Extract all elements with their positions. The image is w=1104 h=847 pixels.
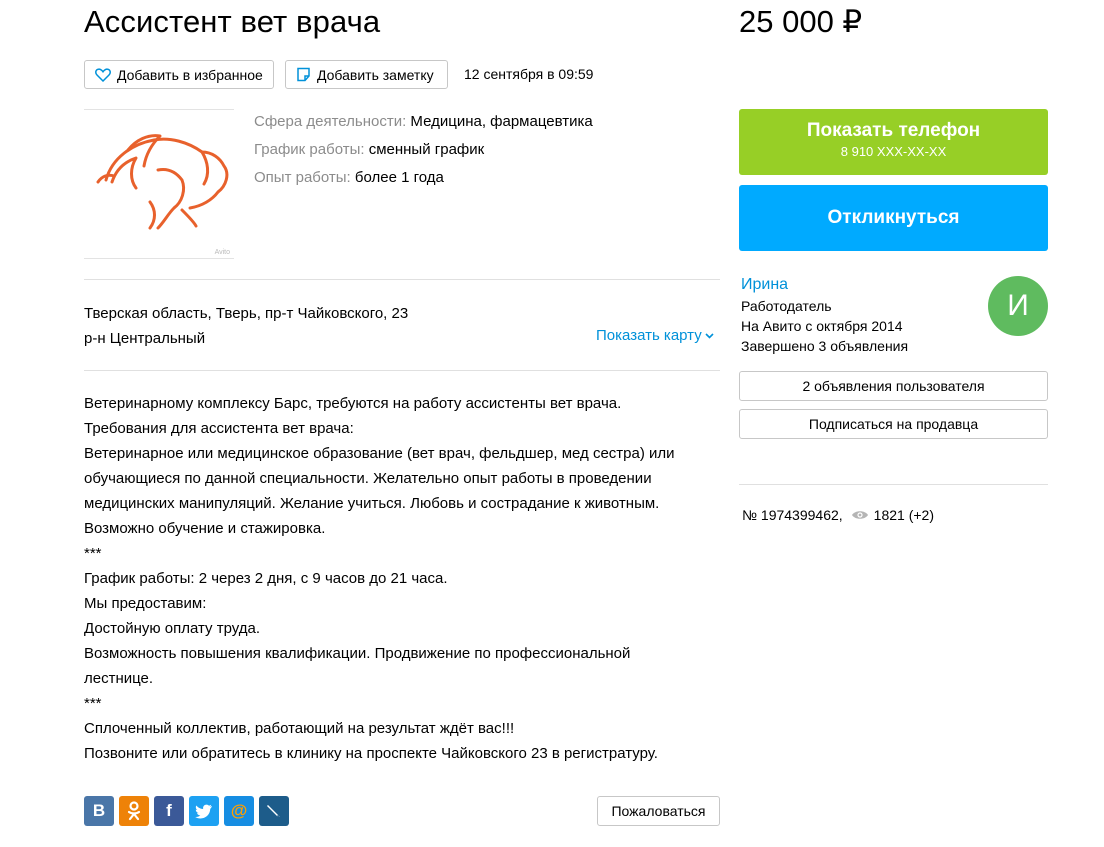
add-note-label: Добавить заметку: [317, 66, 434, 83]
param-label: Опыт работы:: [254, 169, 351, 186]
description-line: График работы: 2 через 2 дня, с 9 часов …: [84, 570, 448, 587]
description-line: Ветеринарному комплексу Барс, требуются …: [84, 395, 622, 412]
listing-photo[interactable]: Avito: [84, 109, 234, 259]
seller-avatar[interactable]: И: [988, 276, 1048, 336]
seller-since: На Авито с октября 2014: [741, 318, 903, 334]
description-line: Сплоченный коллектив, работающий на резу…: [84, 720, 515, 737]
show-map-label: Показать карту: [596, 327, 702, 344]
param-label: Сфера деятельности:: [254, 113, 407, 130]
seller-info: Работодатель На Авито с октября 2014 Зав…: [741, 296, 908, 356]
listing-description: Ветеринарному комплексу Барс, требуются …: [84, 391, 724, 766]
seller-completed: Завершено 3 объявления: [741, 338, 909, 354]
show-map-link[interactable]: Показать карту: [596, 327, 714, 344]
seller-name-link[interactable]: Ирина: [741, 276, 788, 294]
description-line: Позвоните или обратитесь в клинику на пр…: [84, 745, 658, 762]
description-line: Возможность повышения квалификации. Прод…: [84, 645, 631, 687]
description-line: ***: [84, 545, 102, 562]
heart-icon: [95, 67, 111, 82]
facebook-share-icon[interactable]: f: [154, 796, 184, 826]
add-to-favorites-button[interactable]: Добавить в избранное: [84, 60, 274, 89]
masked-phone: 8 910 XXX-XX-XX: [840, 144, 947, 159]
add-to-favorites-label: Добавить в избранное: [117, 66, 263, 83]
show-phone-button[interactable]: Показать телефон 8 910 XXX-XX-XX: [739, 109, 1048, 175]
share-buttons: В f @: [84, 796, 289, 826]
respond-button[interactable]: Откликнуться: [739, 185, 1048, 251]
address-block: Тверская область, Тверь, пр-т Чайковског…: [84, 301, 408, 351]
twitter-share-icon[interactable]: [189, 796, 219, 826]
listing-meta: № 1974399462, 1821 (+2): [742, 507, 934, 523]
show-phone-label: Показать телефон: [806, 120, 981, 141]
address-text: Тверская область, Тверь, пр-т Чайковског…: [84, 305, 409, 322]
param-value: более 1 года: [354, 169, 444, 186]
eye-icon: [851, 511, 868, 519]
param-row: Сфера деятельности: Медицина, фармацевти…: [254, 108, 593, 136]
description-line: Достойную оплату труда.: [84, 620, 261, 637]
divider: [739, 484, 1048, 485]
odnoklassniki-share-icon[interactable]: [119, 796, 149, 826]
vk-share-icon[interactable]: В: [84, 796, 114, 826]
listing-params: Сфера деятельности: Медицина, фармацевти…: [254, 108, 593, 192]
description-line: ***: [84, 695, 102, 712]
mailru-share-icon[interactable]: @: [224, 796, 254, 826]
page-title: Ассистент вет врача: [84, 4, 381, 39]
divider: [84, 279, 720, 280]
listing-date: 12 сентября в 09:59: [464, 66, 594, 82]
add-note-button[interactable]: Добавить заметку: [285, 60, 448, 89]
views-count: 1821 (+2): [873, 507, 934, 523]
complain-button[interactable]: Пожаловаться: [597, 796, 720, 826]
description-line: Требования для ассистента вет врача:: [84, 420, 354, 437]
param-value: сменный график: [368, 141, 485, 158]
description-line: Возможно обучение и стажировка.: [84, 520, 326, 537]
photo-watermark: Avito: [214, 249, 230, 256]
livejournal-share-icon[interactable]: [259, 796, 289, 826]
description-line: Ветеринарное или медицинское образование…: [84, 445, 675, 512]
item-number: № 1974399462,: [742, 507, 843, 523]
seller-ads-button[interactable]: 2 объявления пользователя: [739, 371, 1048, 401]
description-line: Мы предоставим:: [84, 595, 207, 612]
seller-role: Работодатель: [741, 298, 832, 314]
param-value: Медицина, фармацевтика: [410, 113, 593, 130]
chevron-down-icon: [705, 332, 714, 339]
param-row: Опыт работы: более 1 года: [254, 164, 593, 192]
param-label: График работы:: [254, 141, 365, 158]
bars-logo-image: [96, 134, 229, 230]
price: 25 000 ₽: [739, 4, 863, 39]
subscribe-seller-button[interactable]: Подписаться на продавца: [739, 409, 1048, 439]
divider: [84, 370, 720, 371]
note-icon: [297, 67, 310, 82]
param-row: График работы: сменный график: [254, 136, 593, 164]
district-text: р-н Центральный: [84, 330, 206, 347]
